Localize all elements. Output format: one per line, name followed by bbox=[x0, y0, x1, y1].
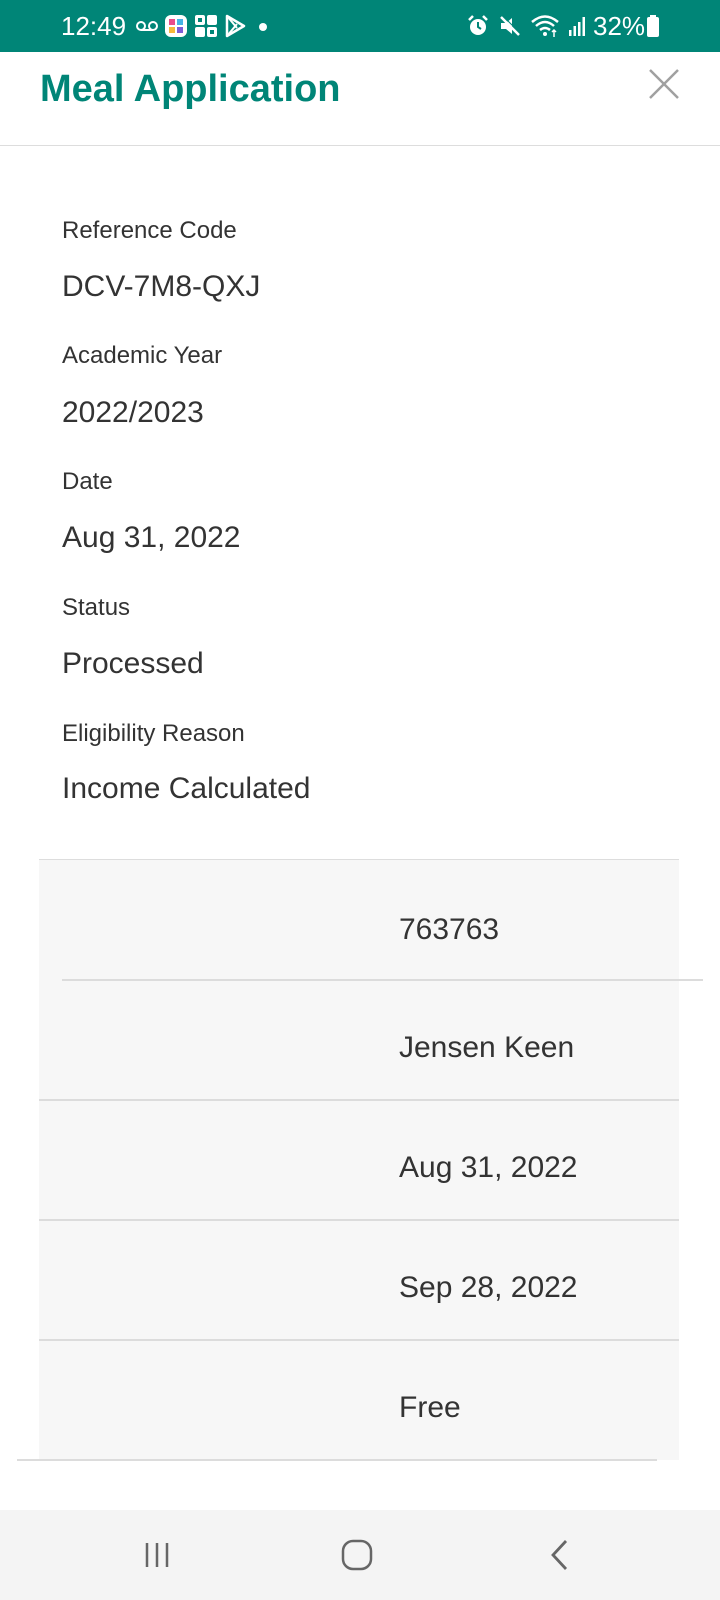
recent-apps-button[interactable] bbox=[127, 1530, 187, 1580]
back-button[interactable] bbox=[530, 1530, 590, 1580]
voicemail-icon bbox=[136, 21, 158, 31]
home-button[interactable] bbox=[327, 1530, 387, 1580]
status-right-icons bbox=[466, 12, 588, 40]
table-row: Jensen Keen bbox=[399, 1031, 575, 1064]
status-bar: 12:49 32% bbox=[0, 0, 720, 52]
app-icon bbox=[195, 15, 217, 37]
navigation-bar bbox=[0, 1510, 720, 1600]
date-label: Date bbox=[62, 468, 113, 495]
date-value: Aug 31, 2022 bbox=[62, 521, 241, 554]
alarm-icon bbox=[468, 15, 488, 35]
table-bottom-divider bbox=[17, 1459, 657, 1461]
status-value: Processed bbox=[62, 647, 204, 680]
play-store-icon bbox=[225, 14, 246, 38]
eligibility-reason-label: Eligibility Reason bbox=[62, 720, 245, 747]
close-icon bbox=[649, 69, 679, 99]
close-button[interactable] bbox=[644, 64, 684, 104]
row-divider bbox=[39, 1339, 679, 1341]
status-time: 12:49 bbox=[61, 11, 127, 41]
notification-dot-icon bbox=[259, 23, 267, 31]
row-divider bbox=[62, 979, 703, 981]
app-icon bbox=[165, 15, 187, 37]
back-icon bbox=[551, 1540, 568, 1570]
reference-code-label: Reference Code bbox=[62, 217, 237, 244]
eligibility-reason-value: Income Calculated bbox=[62, 772, 311, 805]
academic-year-value: 2022/2023 bbox=[62, 396, 204, 429]
battery-icon bbox=[647, 15, 659, 37]
academic-year-label: Academic Year bbox=[62, 342, 223, 369]
table-row: Free bbox=[399, 1391, 461, 1424]
home-icon bbox=[341, 1539, 373, 1571]
status-label: Status bbox=[62, 594, 131, 621]
recent-apps-icon bbox=[145, 1543, 169, 1567]
dialog-header: Meal Application bbox=[0, 52, 720, 146]
wifi-icon bbox=[531, 15, 559, 37]
row-divider bbox=[39, 1099, 679, 1101]
mute-icon bbox=[500, 15, 521, 36]
reference-code-value: DCV-7M8-QXJ bbox=[62, 270, 261, 303]
table-row: Aug 31, 2022 bbox=[399, 1151, 578, 1184]
table-row: 763763 bbox=[399, 913, 500, 946]
detail-table: 763763 Jensen Keen Aug 31, 2022 Sep 28, … bbox=[39, 859, 703, 1460]
signal-icon bbox=[569, 17, 585, 36]
row-divider bbox=[39, 1219, 679, 1221]
battery-percentage: 32% bbox=[593, 11, 646, 41]
page-title: Meal Application bbox=[40, 68, 341, 110]
status-left-icons bbox=[136, 12, 270, 40]
table-row: Sep 28, 2022 bbox=[399, 1271, 578, 1304]
